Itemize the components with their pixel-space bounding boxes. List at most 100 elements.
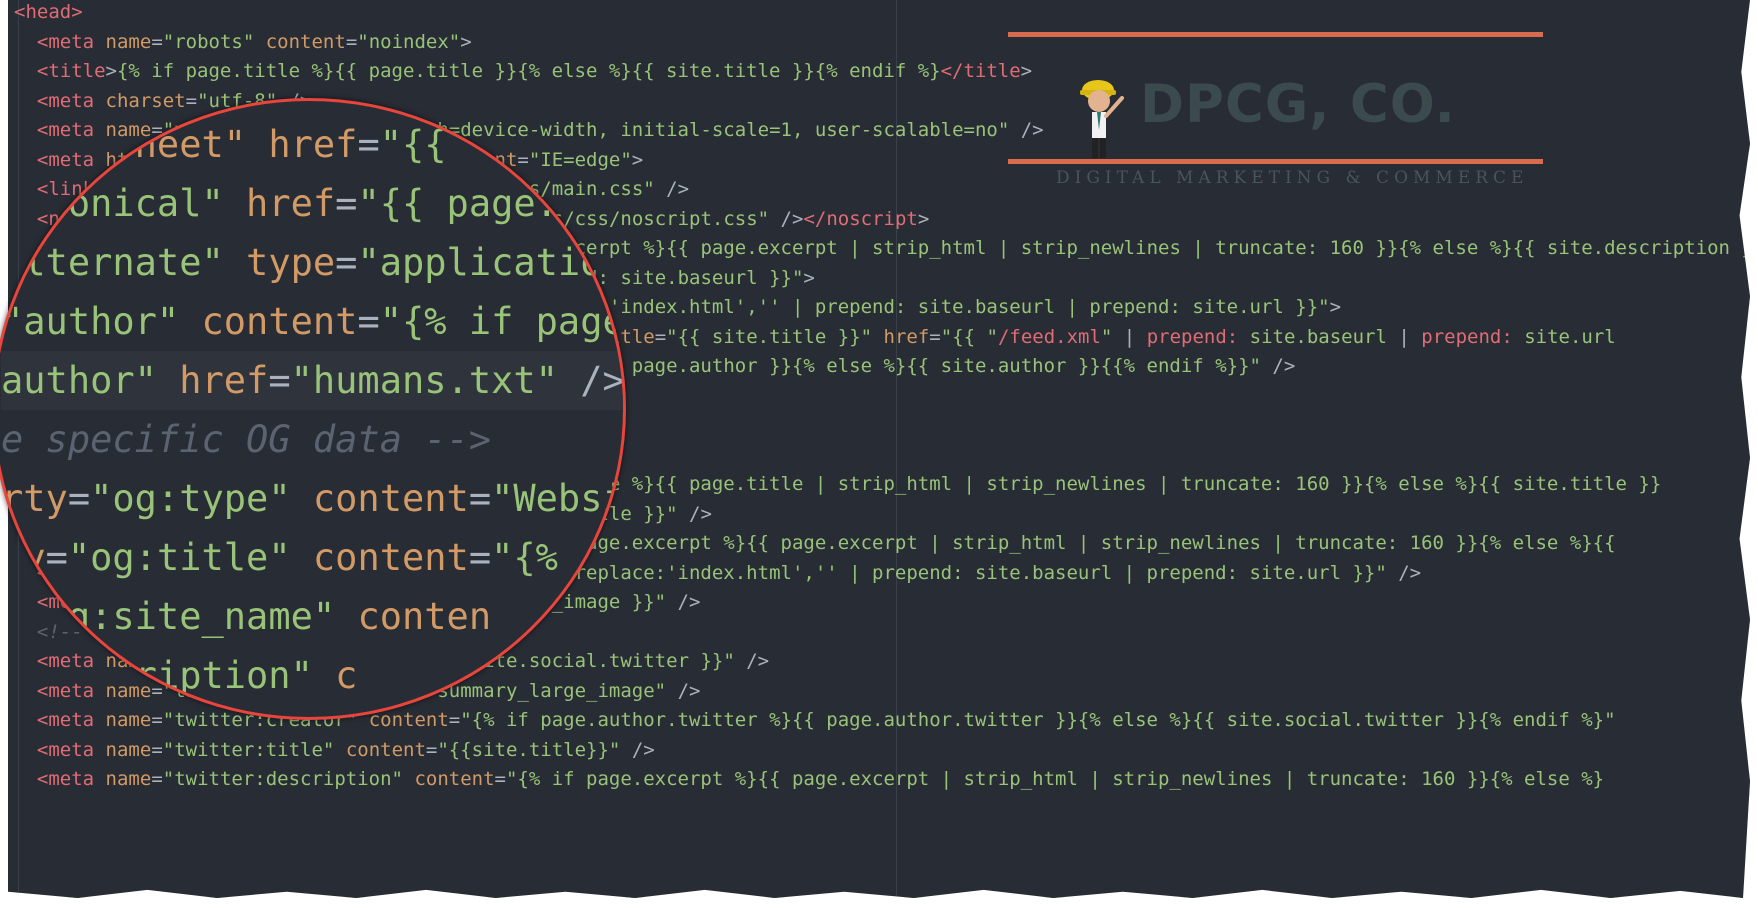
code-token: /> [666,591,701,613]
magnifier-line: ="og:site_name" conten [1,587,623,646]
company-logo: DPCG, CO. DIGITAL MARKETING & COMMERCE [1008,28,1543,198]
code-token: "applicatio [357,241,603,284]
code-token: " [1100,325,1113,348]
code-token: content [312,477,469,520]
code-token: content [201,300,358,343]
code-token: > [631,148,644,171]
code-token: = [45,536,68,579]
code-token: href [883,325,930,348]
code-token: conten [357,595,492,638]
code-token: ty [1,536,46,579]
magnifier-line: "author" content="{% if page [1,292,623,351]
code-token: site.baseurl [1238,325,1387,348]
code-token: <title [36,60,106,82]
construction-worker-icon [1080,80,1124,158]
code-token: = [345,30,358,53]
code-token: = [1,595,24,638]
code-token: "twitter:description" [162,768,403,790]
logo-bottom-rule [1008,159,1543,164]
code-token: <meta [36,30,95,53]
code-token: = [67,477,91,520]
magnifier-line: rty="og:type" content="Websi [1,469,623,528]
code-token: stylesheet" [1,123,247,166]
code-token: = [151,709,163,731]
code-token: /feed.xml [997,325,1101,348]
code-token: > [105,60,117,82]
code-token: /> [654,178,690,200]
code-token: > [460,30,472,53]
code-token: "{{ site.title }}" [666,325,873,348]
magnifier-lens: stylesheet" href="{{ canonical" href="{{… [0,98,626,720]
code-token: | [1112,325,1147,348]
magnifier-line: author" href="humans.txt" /> [1,351,623,410]
magnifier-line: e specific OG data --> [1,410,623,469]
code-token: /> [1386,561,1422,584]
code-token: /> [620,738,655,761]
code-token: {% if page.title %}{{ page.title }}{% el… [116,60,941,82]
code-token: href [246,182,336,225]
code-token: <head> [14,1,83,23]
code-token: "{% if page.excerpt %}{{ page.excerpt | … [494,532,1616,554]
code-token: <meta [36,709,95,731]
code-token: e specific OG data --> [1,418,492,461]
code-token: = [468,536,492,579]
logo-brand-text: DPCG, CO. [1140,74,1456,135]
code-line: <head> [14,0,83,27]
logo-tagline: DIGITAL MARKETING & COMMERCE [1056,168,1529,188]
code-token: charset [105,89,186,112]
code-token: content [265,30,346,53]
code-token: rty [1,477,68,520]
code-token: "{{ [379,123,469,166]
code-token: name [105,30,152,53]
code-token: "{{site.title}}" [437,738,621,761]
code-token: = [357,300,380,343]
code-token: /> [1260,355,1296,377]
code-token: | [1386,325,1422,348]
code-token: <meta [36,89,95,112]
code-token: name [105,709,152,731]
magnifier-line: stylesheet" href="{{ [1,115,623,174]
magnifier-line: alternate" type="applicatio [1,233,623,292]
code-token: <meta [36,768,95,790]
code-token: /> [734,650,770,672]
code-token: = [654,325,667,348]
code-token: canonical" [1,182,224,225]
code-token: content [312,536,469,579]
code-token: = [151,738,163,761]
code-token: site.url [1512,325,1616,348]
code-token: "{% if page.author.twitter %}{{ page.aut… [460,709,1616,731]
code-token: "humans.txt" [290,359,558,402]
code-token: name [105,768,152,790]
code-token: "author" [1,300,180,343]
code-token: href [179,359,269,402]
code-token: = [151,30,163,53]
code-token: = [335,182,358,225]
code-token: <meta [36,738,95,761]
code-token: c [335,654,358,697]
code-token: prepend: [1421,325,1513,348]
code-token: content [414,768,495,790]
code-token: type [246,241,336,284]
code-token: "{% if page.excerpt %}{{ page.excerpt | … [505,768,1605,790]
code-token: = [268,359,291,402]
code-token: > [803,266,815,289]
code-token: = [468,477,492,520]
